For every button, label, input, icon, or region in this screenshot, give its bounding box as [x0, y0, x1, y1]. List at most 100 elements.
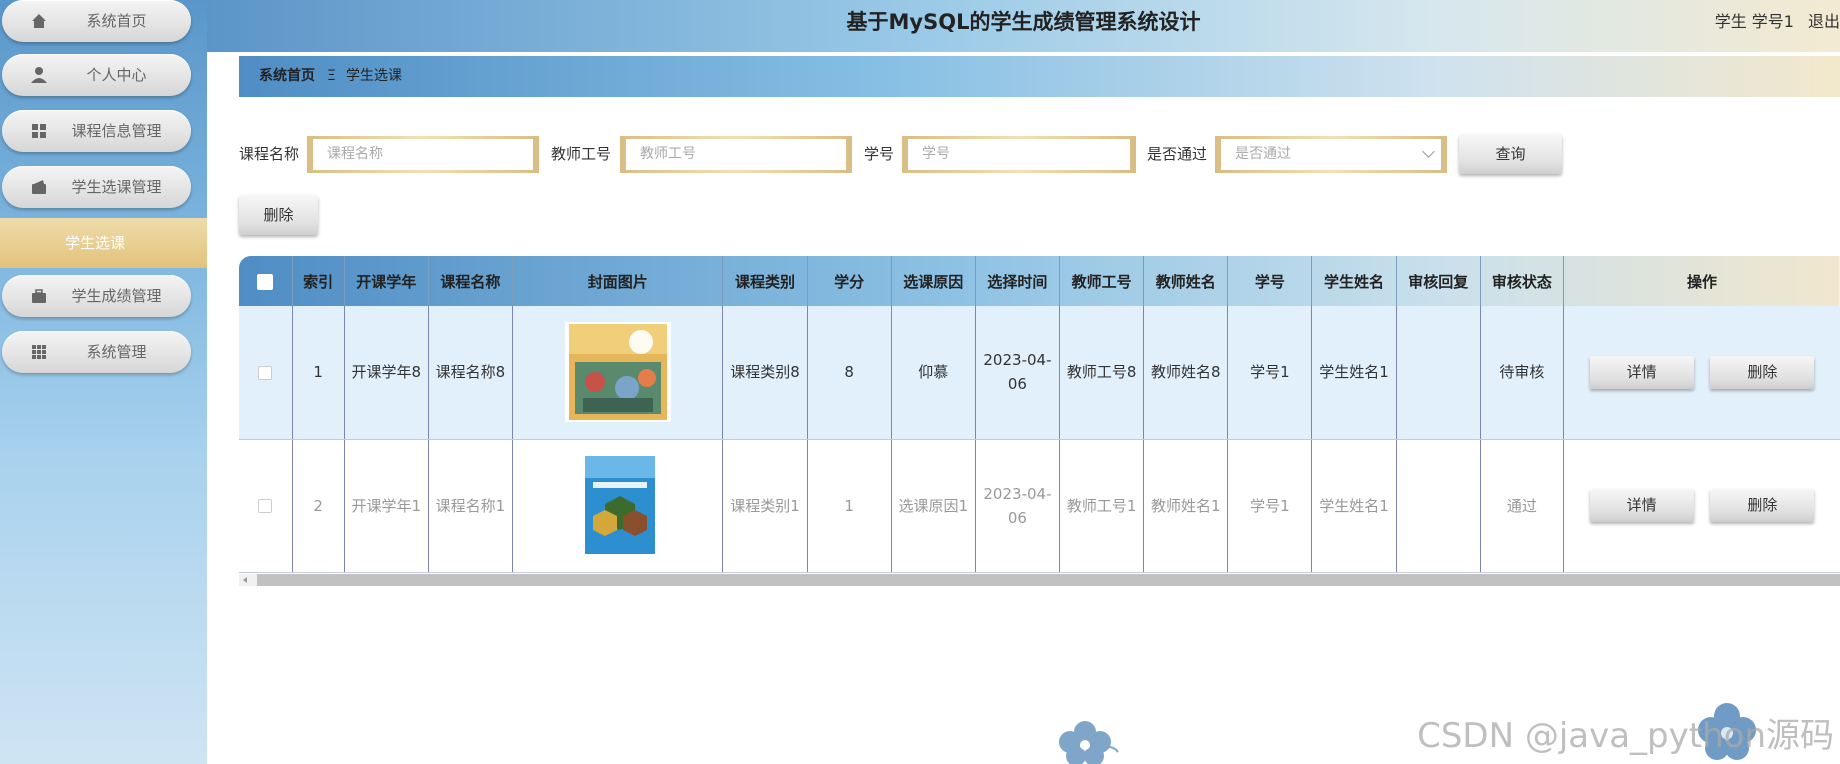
home-icon: [32, 14, 46, 28]
column-header: 学号: [1227, 256, 1313, 306]
sidebar-subitem-student-course[interactable]: 学生选课: [0, 218, 207, 268]
row-checkbox[interactable]: [258, 499, 273, 513]
sidebar-item-course-info[interactable]: 课程信息管理: [2, 110, 191, 152]
column-header: 学生姓名: [1311, 256, 1397, 306]
column-header: 教师工号: [1059, 256, 1145, 306]
teacher-name-cell: 教师姓名1: [1143, 439, 1229, 573]
year-cell: 开课学年8: [344, 306, 429, 440]
column-header: 选课原因: [891, 256, 976, 306]
breadcrumb-current: 学生选课: [346, 68, 402, 84]
sidebar-item-label: 课程信息管理: [71, 122, 162, 140]
breadcrumb-home[interactable]: 系统首页: [259, 56, 315, 97]
query-button[interactable]: 查询: [1459, 134, 1562, 174]
passed-label: 是否通过: [1147, 145, 1208, 163]
logout-link[interactable]: 退出: [1808, 0, 1840, 44]
cover-cell: [512, 306, 724, 440]
course-cell: 课程名称8: [428, 306, 514, 440]
breadcrumb: 系统首页 Ξ 学生选课: [239, 56, 1840, 97]
column-header: 审核回复: [1396, 256, 1481, 306]
reply-cell: [1396, 439, 1481, 573]
sidebar-item-label: 学生选课管理: [71, 178, 162, 196]
row-delete-button[interactable]: 删除: [1710, 355, 1815, 389]
status-cell: 待审核: [1480, 306, 1564, 440]
table-row[interactable]: 1 开课学年8 课程名称8 课程类别8 8 仰慕 2023-04-06 教师工号…: [239, 306, 1840, 440]
current-user: 学生 学号1: [1714, 12, 1794, 31]
select-all-header[interactable]: [239, 256, 293, 306]
scrollbar-thumb[interactable]: [257, 574, 1840, 586]
top-header: 基于MySQL的学生成绩管理系统设计 学生 学号1 退出: [207, 0, 1840, 52]
scroll-left-arrow-icon[interactable]: [243, 577, 247, 583]
passed-select[interactable]: 是否通过: [1215, 136, 1447, 173]
student-name-cell: 学生姓名1: [1311, 439, 1397, 573]
cover-image: [564, 455, 671, 556]
row-delete-button[interactable]: 删除: [1710, 489, 1815, 522]
reply-cell: [1396, 306, 1481, 440]
sidebar-item-system[interactable]: 系统管理: [2, 331, 191, 373]
student-id-cell: 学号1: [1227, 306, 1313, 440]
credit-cell: 1: [807, 439, 892, 573]
briefcase-icon: [32, 289, 46, 303]
sidebar-item-home[interactable]: 系统首页: [2, 0, 191, 42]
column-header: 学分: [807, 256, 892, 306]
teacher-id-cell: 教师工号8: [1059, 306, 1145, 440]
sidebar-item-grades[interactable]: 学生成绩管理: [2, 275, 191, 317]
index-cell: 1: [292, 306, 345, 440]
sidebar-item-label: 个人中心: [86, 66, 147, 84]
select-all-checkbox[interactable]: [257, 273, 274, 290]
actions-cell: 详情 删除: [1563, 439, 1840, 573]
detail-button[interactable]: 详情: [1589, 489, 1694, 522]
sidebar: 系统首页 个人中心 课程信息管理 学生选课管理 学生选课 学生成绩管理 系统管理: [0, 0, 207, 764]
column-header: 操作: [1686, 272, 1717, 291]
category-cell: 课程类别1: [722, 439, 808, 573]
student-id-input[interactable]: 学号: [902, 136, 1136, 173]
teacher-id-cell: 教师工号1: [1059, 439, 1145, 573]
watermark: CSDN @java_python源码: [1417, 716, 1834, 756]
breadcrumb-separator: Ξ: [327, 68, 336, 84]
passed-placeholder: 是否通过: [1221, 139, 1441, 170]
sidebar-subitem-label: 学生选课: [64, 234, 125, 252]
course-name-input[interactable]: 课程名称: [307, 136, 539, 173]
table-header-row: 索引 开课学年 课程名称 封面图片 课程类别 学分 选课原因 选择时间 教师工号…: [239, 256, 1840, 306]
actions-cell: 详情 删除: [1563, 306, 1840, 440]
sidebar-item-label: 系统管理: [86, 343, 147, 361]
student-id-label: 学号: [864, 145, 895, 163]
user-icon: [31, 67, 47, 83]
grid-icon: [32, 124, 46, 138]
app-title: 基于MySQL的学生成绩管理系统设计: [846, 10, 1201, 34]
year-cell: 开课学年1: [344, 439, 429, 573]
row-select-cell[interactable]: [239, 306, 293, 440]
detail-button[interactable]: 详情: [1589, 355, 1694, 389]
cover-image: [564, 322, 671, 423]
batch-delete-button[interactable]: 删除: [239, 195, 318, 235]
column-header: 封面图片: [512, 256, 724, 306]
status-cell: 通过: [1480, 439, 1564, 573]
index-cell: 2: [292, 439, 345, 573]
row-select-cell[interactable]: [239, 439, 293, 573]
course-name-label: 课程名称: [239, 145, 300, 163]
column-header: 选择时间: [975, 256, 1061, 306]
cover-cell: [512, 439, 724, 573]
category-cell: 课程类别8: [722, 306, 808, 440]
time-cell: 2023-04-06: [975, 306, 1061, 440]
horizontal-scrollbar[interactable]: [239, 574, 1840, 586]
sidebar-item-label: 学生成绩管理: [71, 287, 162, 305]
student-name-cell: 学生姓名1: [1311, 306, 1397, 440]
column-header: 索引: [292, 256, 345, 306]
reason-cell: 仰慕: [891, 306, 976, 440]
student-id-placeholder: 学号: [908, 139, 1130, 170]
column-header: 审核状态: [1480, 256, 1564, 306]
teacher-id-input[interactable]: 教师工号: [620, 136, 852, 173]
sidebar-item-course-selection[interactable]: 学生选课管理: [2, 166, 191, 208]
teacher-name-cell: 教师姓名8: [1143, 306, 1229, 440]
sidebar-item-label: 系统首页: [86, 12, 147, 30]
selection-table: 索引 开课学年 课程名称 封面图片 课程类别 学分 选课原因 选择时间 教师工号…: [239, 256, 1840, 586]
table-row[interactable]: 2 开课学年1 课程名称1 课程类别1 1 选课原因1 2023-04-06 教…: [239, 439, 1840, 573]
credit-cell: 8: [807, 306, 892, 440]
sidebar-item-profile[interactable]: 个人中心: [2, 54, 191, 96]
apps-icon: [32, 345, 46, 359]
wallet-icon: [32, 180, 46, 194]
time-cell: 2023-04-06: [975, 439, 1061, 573]
course-name-placeholder: 课程名称: [313, 139, 533, 170]
row-checkbox[interactable]: [258, 365, 273, 380]
flower-decoration-icon: [1059, 721, 1119, 764]
